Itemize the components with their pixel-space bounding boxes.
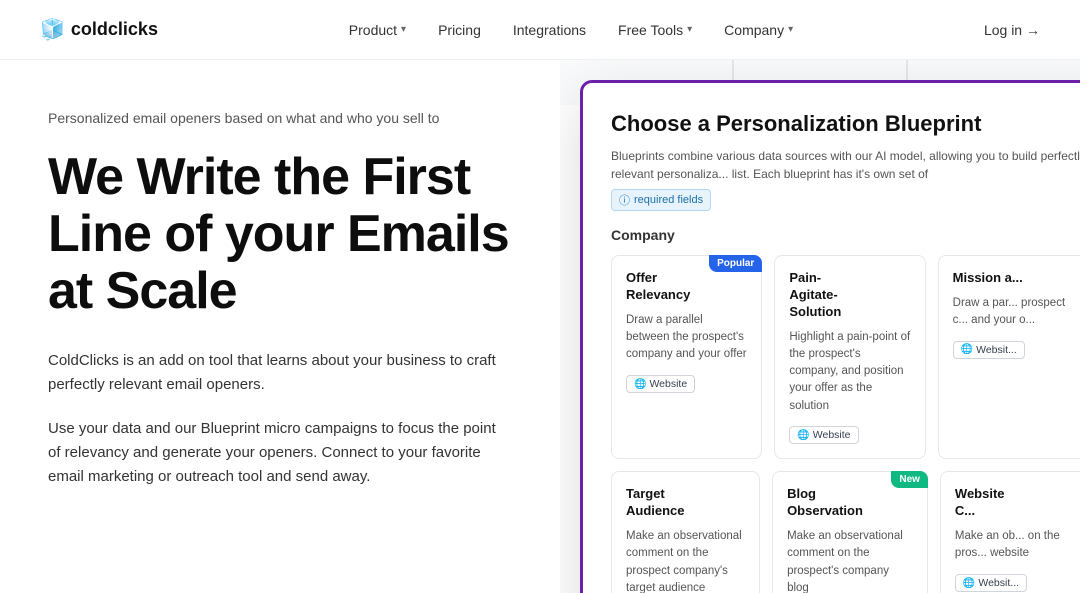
card-desc: Draw a parallel between the prospect's c… (626, 312, 747, 364)
nav-links: Product ▾ Pricing Integrations Free Tool… (349, 22, 793, 38)
cards-row-2: Target Audience Make an observational co… (611, 471, 1080, 593)
nav-item-product[interactable]: Product ▾ (349, 22, 406, 38)
required-fields-badge[interactable]: ⓘ required fields (611, 189, 711, 211)
card-desc: Make an observational comment on the pro… (787, 528, 913, 593)
card-target-audience[interactable]: Target Audience Make an observational co… (611, 471, 760, 593)
card-desc: Make an ob... on the pros... website (955, 528, 1074, 563)
badge-new: New (891, 471, 928, 488)
card-tag-website: 🌐 Website (626, 375, 695, 393)
right-panel: Choose a Personalization Blueprint Bluep… (560, 60, 1080, 593)
nav-item-pricing[interactable]: Pricing (438, 22, 481, 38)
info-icon: ⓘ (619, 192, 630, 208)
card-tag-website: 🌐 Websit... (955, 574, 1027, 592)
card-title: Offer Relevancy (626, 270, 747, 304)
card-title: Pain-Agitate-Solution (789, 270, 910, 321)
badge-popular: Popular (709, 255, 762, 272)
globe-icon: 🌐 (797, 430, 809, 441)
company-section-label: Company (611, 227, 1080, 243)
hero-desc1: ColdClicks is an add on tool that learns… (48, 349, 512, 397)
chevron-down-icon: ▾ (788, 24, 793, 35)
hero-desc2: Use your data and our Blueprint micro ca… (48, 417, 512, 489)
hero-subtitle: Personalized email openers based on what… (48, 108, 512, 129)
main-container: Personalized email openers based on what… (0, 60, 1080, 593)
blueprint-desc: Blueprints combine various data sources … (611, 147, 1080, 183)
card-title: Website C... (955, 486, 1074, 520)
hero-section: Personalized email openers based on what… (0, 60, 560, 593)
card-desc: Highlight a pain-point of the prospect's… (789, 329, 910, 415)
globe-icon: 🌐 (963, 578, 975, 589)
card-mission[interactable]: Mission a... Draw a par... prospect c...… (938, 255, 1080, 459)
card-blog-observation[interactable]: New Blog Observation Make an observation… (772, 471, 928, 593)
logo-icon: 🧊 (40, 17, 65, 42)
card-desc: Make an observational comment on the pro… (626, 528, 745, 593)
navbar: 🧊 coldclicks Product ▾ Pricing Integrati… (0, 0, 1080, 60)
login-button[interactable]: Log in → (984, 22, 1040, 38)
nav-item-free-tools[interactable]: Free Tools ▾ (618, 22, 692, 38)
nav-item-company[interactable]: Company ▾ (724, 22, 793, 38)
nav-item-integrations[interactable]: Integrations (513, 22, 586, 38)
card-desc: Draw a par... prospect c... and your o..… (953, 295, 1074, 330)
hero-headline: We Write the First Line of your Emails a… (48, 149, 512, 321)
card-title: Target Audience (626, 486, 745, 520)
card-title: Mission a... (953, 270, 1074, 287)
globe-icon: 🌐 (961, 344, 973, 355)
logo[interactable]: 🧊 coldclicks (40, 17, 158, 42)
logo-text: coldclicks (71, 19, 158, 40)
card-tag-website: 🌐 Website (789, 426, 858, 444)
card-tag-website: 🌐 Websit... (953, 341, 1025, 359)
card-pain-agitate[interactable]: Pain-Agitate-Solution Highlight a pain-p… (774, 255, 925, 459)
chevron-down-icon: ▾ (401, 24, 406, 35)
blueprint-title: Choose a Personalization Blueprint (611, 111, 1080, 137)
cards-row-1: Popular Offer Relevancy Draw a parallel … (611, 255, 1080, 459)
card-title: Blog Observation (787, 486, 913, 520)
chevron-down-icon: ▾ (687, 24, 692, 35)
card-offer-relevancy[interactable]: Popular Offer Relevancy Draw a parallel … (611, 255, 762, 459)
globe-icon: 🌐 (634, 379, 646, 390)
blueprint-panel: Choose a Personalization Blueprint Bluep… (580, 80, 1080, 593)
card-website-partial[interactable]: Website C... Make an ob... on the pros..… (940, 471, 1080, 593)
